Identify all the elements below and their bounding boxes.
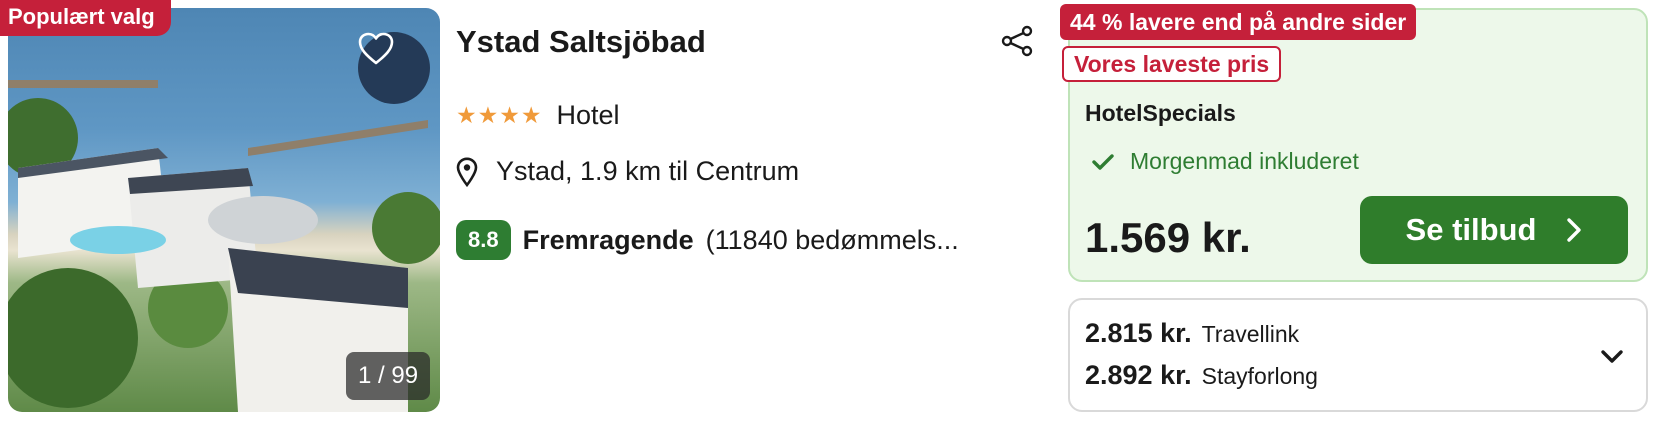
other-price: 2.815 kr. [1085, 318, 1192, 348]
rating-score-badge: 8.8 [456, 220, 511, 260]
other-price-row[interactable]: 2.892 kr. Stayforlong [1085, 360, 1318, 391]
location-row[interactable]: Ystad, 1.9 km til Centrum [456, 156, 799, 187]
rating-label: Fremragende [522, 224, 694, 255]
deal-provider: HotelSpecials [1085, 100, 1236, 126]
perk-text: Morgenmad inkluderet [1130, 148, 1359, 174]
stars-row: ★★★★ Hotel [456, 100, 620, 131]
chevron-down-icon[interactable] [1598, 343, 1626, 371]
view-deal-button[interactable]: Se tilbud [1360, 196, 1628, 264]
rating-row[interactable]: 8.8 Fremragende (11840 bedømmels... [456, 220, 959, 260]
chevron-right-icon [1567, 218, 1582, 242]
hotel-photo[interactable]: 1 / 99 [8, 8, 440, 412]
other-provider: Stayforlong [1201, 363, 1318, 389]
lowest-price-badge: Vores laveste pris [1062, 46, 1282, 82]
discount-badge: 44 % lavere end på andre sider [1060, 4, 1417, 40]
other-price: 2.892 kr. [1085, 360, 1192, 390]
other-price-row[interactable]: 2.815 kr. Travellink [1085, 318, 1299, 349]
map-pin-icon [456, 156, 478, 187]
heart-outline-icon [358, 32, 394, 65]
other-provider: Travellink [1201, 321, 1300, 347]
other-prices-panel[interactable] [1068, 298, 1648, 412]
location-text: Ystad, 1.9 km til Centrum [496, 156, 800, 186]
perk-row: Morgenmad inkluderet [1092, 148, 1359, 175]
rating-count: (11840 bedømmels... [705, 224, 959, 255]
hotel-type: Hotel [556, 100, 620, 130]
share-icon[interactable] [1000, 24, 1034, 58]
deal-price: 1.569 kr. [1085, 214, 1251, 261]
photo-counter: 1 / 99 [346, 352, 431, 400]
favorite-button[interactable] [358, 32, 430, 104]
star-rating: ★★★★ [456, 102, 543, 128]
view-deal-label: Se tilbud [1405, 212, 1537, 247]
hotel-name[interactable]: Ystad Saltsjöbad [456, 24, 706, 60]
popular-badge: Populært valg [0, 0, 171, 36]
check-icon [1092, 153, 1114, 170]
